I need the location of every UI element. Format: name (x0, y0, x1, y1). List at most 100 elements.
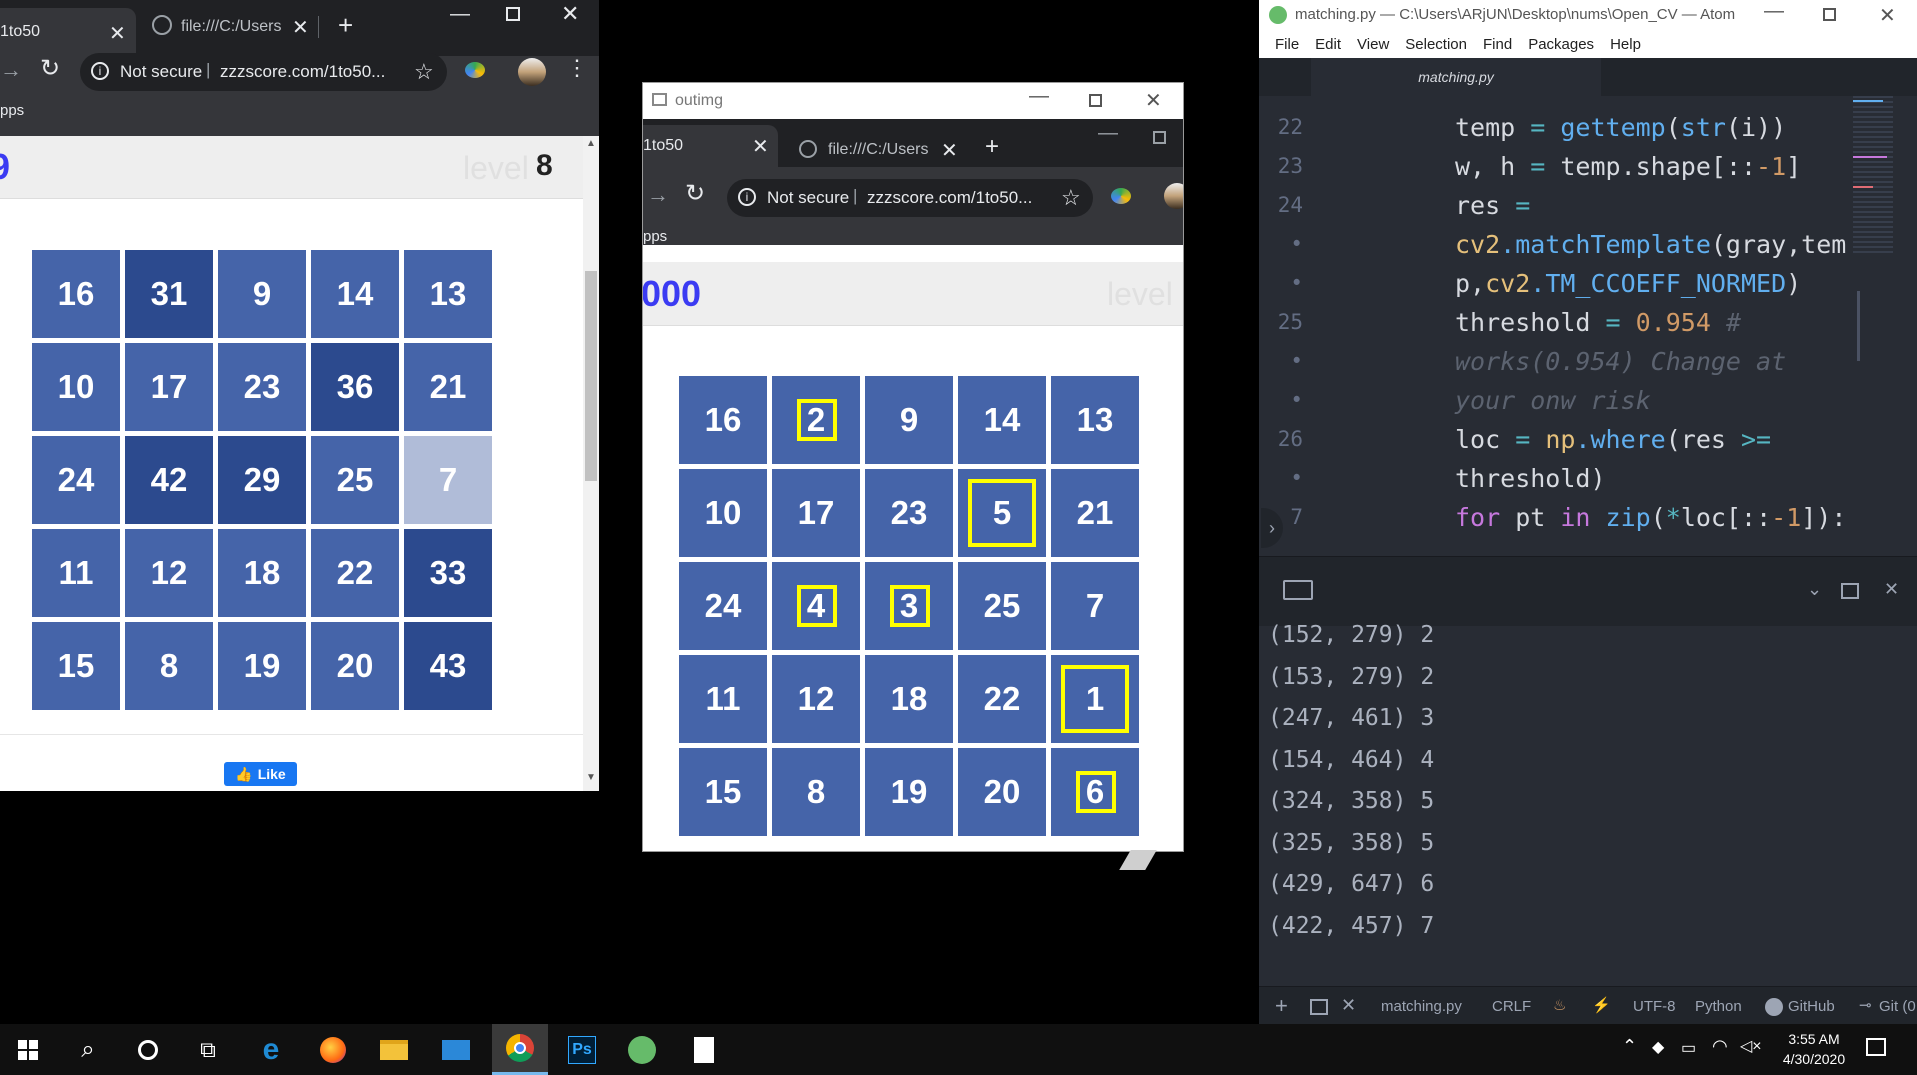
grid-cell[interactable]: 20 (311, 622, 399, 710)
grid-cell[interactable]: 9 (218, 250, 306, 338)
github-icon[interactable] (1765, 998, 1783, 1016)
forward-icon[interactable]: → (0, 59, 22, 81)
search-icon[interactable]: ⌕ (60, 1024, 116, 1075)
edge-icon[interactable]: e (243, 1024, 299, 1075)
tab-close-icon[interactable]: ✕ (292, 18, 309, 38)
grid-cell[interactable]: 8 (125, 622, 213, 710)
start-button[interactable] (0, 1024, 56, 1075)
scroll-thumb[interactable] (585, 271, 597, 481)
grid-cell[interactable]: 19 (218, 622, 306, 710)
photoshop-icon[interactable]: Ps (554, 1024, 610, 1075)
flame-icon[interactable]: ♨ (1553, 996, 1566, 1014)
reload-icon[interactable]: ↻ (40, 57, 60, 81)
grid-cell[interactable]: 21 (404, 343, 492, 431)
firefox-icon[interactable] (305, 1024, 361, 1075)
menu-dots-icon[interactable]: ⋮ (566, 57, 588, 79)
address-bar[interactable]: i Not secure | zzzscore.com/1to50... ☆ (80, 53, 447, 91)
git-icon[interactable]: ⊸ (1859, 996, 1872, 1014)
grid-cell[interactable]: 42 (125, 436, 213, 524)
grid-cell[interactable]: 31 (125, 250, 213, 338)
console-line: (325, 358) 5 (1268, 829, 1435, 856)
grid-cell[interactable]: 10 (32, 343, 120, 431)
bookmarks-apps[interactable]: pps (0, 102, 25, 119)
wifi-icon[interactable]: ◠ (1712, 1036, 1728, 1057)
new-tab-button[interactable]: + (338, 12, 353, 38)
maximize-icon[interactable] (1823, 8, 1836, 21)
status-encoding[interactable]: UTF-8 (1633, 998, 1676, 1015)
status-grammar[interactable]: Python (1695, 998, 1742, 1015)
chevron-down-icon[interactable]: ⌄ (1807, 579, 1822, 600)
minimize-icon[interactable]: — (450, 4, 470, 24)
grid-cell[interactable]: 25 (311, 436, 399, 524)
notifications-icon[interactable] (1866, 1038, 1886, 1056)
keyboard-icon[interactable] (1283, 580, 1313, 600)
avatar[interactable] (518, 58, 546, 86)
maximize-icon[interactable] (1089, 94, 1102, 107)
notepad-icon[interactable] (676, 1024, 732, 1075)
grid-cell[interactable]: 43 (404, 622, 492, 710)
minimize-icon[interactable]: — (1029, 85, 1049, 108)
tray-app-icon[interactable]: ◆ (1652, 1037, 1664, 1057)
volume-muted-icon[interactable]: ◁× (1740, 1036, 1762, 1056)
status-eol[interactable]: CRLF (1492, 998, 1531, 1015)
close-icon[interactable]: ✕ (1879, 3, 1896, 28)
code-text: w, h = temp.shape[::-1] (1455, 147, 1801, 186)
status-github[interactable]: GitHub (1788, 998, 1835, 1015)
grid-cell[interactable]: 17 (125, 343, 213, 431)
tray-chevron-icon[interactable]: ⌃ (1622, 1036, 1637, 1057)
menu-item-help[interactable]: Help (1602, 36, 1649, 53)
tab-close-icon[interactable]: ✕ (109, 24, 126, 44)
tab-matching-py[interactable]: matching.py (1311, 58, 1601, 96)
menu-item-edit[interactable]: Edit (1307, 36, 1349, 53)
file-explorer-icon[interactable] (366, 1024, 422, 1075)
grid-cell[interactable]: 12 (125, 529, 213, 617)
star-icon[interactable]: ☆ (414, 59, 434, 85)
grid-cell[interactable]: 36 (311, 343, 399, 431)
menu-item-selection[interactable]: Selection (1397, 36, 1475, 53)
grid-cell[interactable]: 22 (311, 529, 399, 617)
battery-icon[interactable]: ▭ (1681, 1038, 1696, 1058)
scroll-down-icon[interactable]: ▼ (586, 772, 596, 783)
grid-cell[interactable]: 23 (218, 343, 306, 431)
grid-cell[interactable]: 14 (311, 250, 399, 338)
plug-icon[interactable]: ⚡ (1592, 996, 1611, 1014)
close-terminal-icon[interactable]: ✕ (1341, 995, 1356, 1016)
grid-cell[interactable]: 18 (218, 529, 306, 617)
grid-cell[interactable]: 11 (32, 529, 120, 617)
mail-icon[interactable] (428, 1024, 484, 1075)
terminal-icon[interactable] (1310, 999, 1328, 1015)
close-panel-icon[interactable]: ✕ (1884, 579, 1899, 600)
menu-item-view[interactable]: View (1349, 36, 1397, 53)
grid-cell[interactable]: 29 (218, 436, 306, 524)
cortana-icon[interactable] (120, 1024, 176, 1075)
close-icon[interactable]: ✕ (1145, 88, 1162, 113)
status-filename[interactable]: matching.py (1381, 998, 1462, 1015)
scrollbar[interactable]: ▲ ▼ (583, 136, 599, 791)
clock[interactable]: 3:55 AM 4/30/2020 (1772, 1029, 1856, 1069)
grid-cell[interactable]: 13 (404, 250, 492, 338)
close-icon[interactable]: ✕ (561, 3, 579, 25)
minimize-icon[interactable]: — (1764, 0, 1784, 23)
chrome-icon[interactable] (492, 1024, 548, 1075)
menu-item-find[interactable]: Find (1475, 36, 1520, 53)
add-icon[interactable]: + (1275, 993, 1288, 1019)
task-view-icon[interactable]: ⧉ (180, 1024, 236, 1075)
grid-cell[interactable]: 33 (404, 529, 492, 617)
tab-label-file[interactable]: file:///C:/Users/ (181, 18, 281, 36)
menu-item-packages[interactable]: Packages (1520, 36, 1602, 53)
grid-cell[interactable]: 15 (32, 622, 120, 710)
menu-item-file[interactable]: File (1267, 36, 1307, 53)
scroll-up-icon[interactable]: ▲ (586, 138, 596, 149)
tab-1to50[interactable]: 1to50 ✕ (0, 8, 136, 56)
fullscreen-icon[interactable] (1841, 583, 1859, 599)
status-git[interactable]: Git (0 (1879, 998, 1916, 1015)
maximize-icon[interactable] (506, 7, 520, 21)
grid-cell[interactable]: 24 (32, 436, 120, 524)
extension-icon[interactable] (465, 62, 485, 78)
minimap[interactable] (1853, 96, 1901, 361)
code-editor[interactable]: 22 temp = gettemp(str(i)) 23 w, h = temp.sh… (1259, 96, 1917, 556)
grid-cell[interactable]: 7 (404, 436, 492, 524)
grid-cell[interactable]: 16 (32, 250, 120, 338)
atom-icon[interactable] (614, 1024, 670, 1075)
facebook-like-button[interactable]: 👍 Like (224, 762, 297, 786)
